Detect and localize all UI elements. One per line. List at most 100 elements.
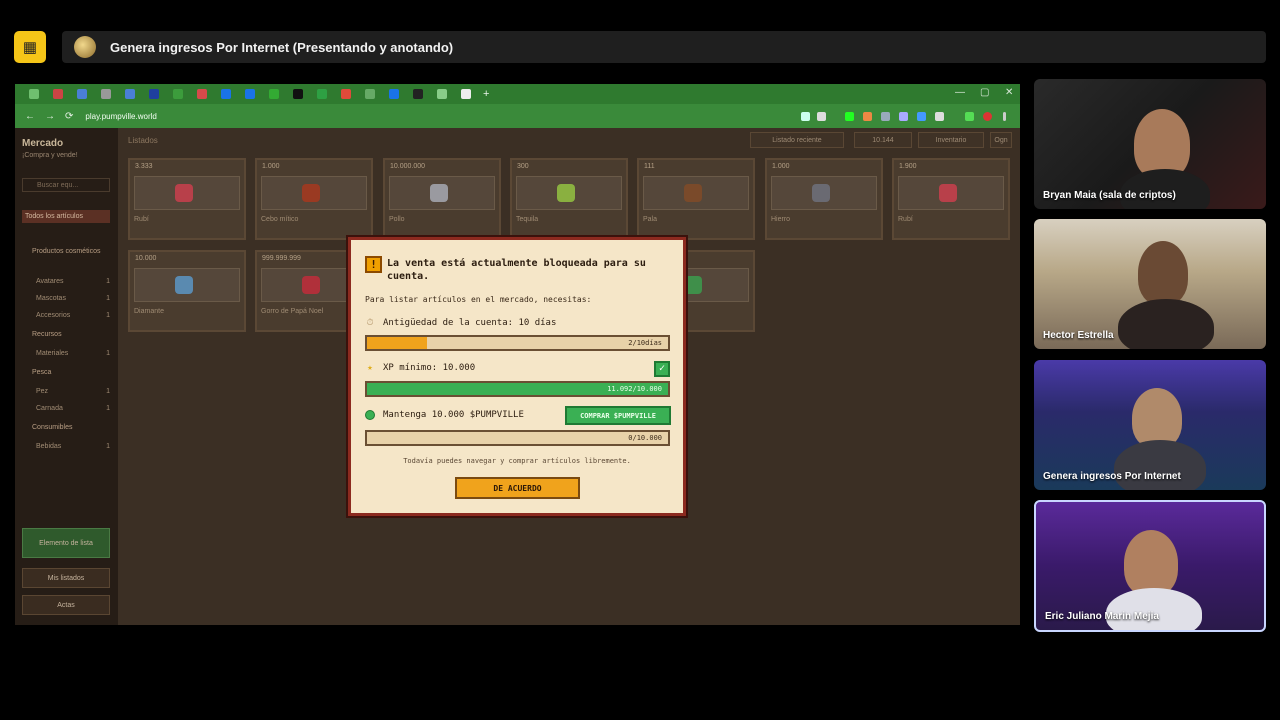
requirement-label: XP mínimo: 10.000 [383,363,476,373]
my-listings-button[interactable]: Mis listados [22,568,110,588]
tab-favicon[interactable] [341,89,351,99]
tab-favicon[interactable] [317,89,327,99]
participant-tile[interactable]: Bryan Maia (sala de criptos) [1034,79,1266,209]
back-button[interactable]: ← [25,111,35,122]
sidebar-item-fishing[interactable]: Pesca [22,369,110,376]
url-field[interactable]: play.pumpville.world [85,112,156,121]
tab-favicon[interactable] [101,89,111,99]
extension-icon[interactable] [863,112,872,121]
tab-favicon[interactable] [173,89,183,99]
requirement-label: Mantenga 10.000 $PUMPVILLE [383,410,524,420]
card-item-name: Cebo mítico [261,216,299,223]
card-price: 1.000 [772,163,790,170]
item-icon [812,184,830,202]
card-price: 999.999.999 [262,255,301,262]
extension-icon[interactable] [845,112,854,121]
progress-text: 0/10.000 [628,434,662,442]
tab-favicon[interactable] [53,89,63,99]
list-item-button[interactable]: Elemento de lista [22,528,110,558]
extension-icon[interactable] [801,112,810,121]
search-input[interactable]: Buscar equ... [22,178,110,192]
listing-card[interactable]: 3.333 Rubí [128,158,246,240]
item-icon [302,276,320,294]
sidebar-item-bait[interactable]: Carnada 1 [22,405,110,412]
card-item-name: Pala [643,216,658,223]
browser-menu-icon[interactable] [1003,112,1006,121]
token-progress: 0/10.000 [365,430,670,446]
star-icon: ★ [367,363,373,373]
card-price: 10.000 [135,255,157,262]
sidebar-item-drinks[interactable]: Bebidas 1 [22,443,110,450]
participant-body [1118,299,1214,349]
tab-favicon[interactable] [293,89,303,99]
forward-button[interactable]: → [45,111,55,122]
bookmark-star-icon[interactable] [817,112,826,121]
sidebar-item-resources[interactable]: Recursos [22,331,110,338]
sort-select[interactable]: Listado reciente [750,132,844,148]
activity-button[interactable]: Actas [22,595,110,615]
new-tab-button[interactable]: + [483,88,489,100]
sidebar-item-label: Recursos [32,331,62,338]
sidebar-item-count: 1 [106,405,110,412]
sidebar-subtitle: ¡Compra y vende! [22,152,78,159]
card-item-name: Pollo [389,216,405,223]
extension-icon[interactable] [899,112,908,121]
window-close-button[interactable]: ✕ [1005,87,1013,98]
tab-favicon[interactable] [125,89,135,99]
sidebar-item-fish[interactable]: Pez 1 [22,388,110,395]
card-price: 3.333 [135,163,153,170]
participant-tile-active-speaker[interactable]: Eric Juliano Marin Mejia [1034,500,1266,632]
sidebar-item-avatars[interactable]: Avatares 1 [22,278,110,285]
sidebar-item-label: Pez [36,388,49,395]
tab-favicon[interactable] [221,89,231,99]
tab-favicon[interactable] [245,89,255,99]
tab-favicon[interactable] [389,89,399,99]
listing-card[interactable]: 111 Pala [637,158,755,240]
tab-favicon[interactable] [269,89,279,99]
sidebar-item-materials[interactable]: Materiales 1 [22,350,110,357]
card-price: 1.900 [899,163,917,170]
participant-tile[interactable]: Hector Estrella [1034,219,1266,349]
reload-button[interactable]: ⟳ [65,111,73,122]
sidebar-item-consumables[interactable]: Consumibles [22,424,110,431]
tab-favicon[interactable] [413,89,423,99]
extension-icon[interactable] [965,112,974,121]
listing-card[interactable]: 10.000.000 Pollo [383,158,501,240]
extension-icon[interactable] [917,112,926,121]
item-icon [684,276,702,294]
sidebar-item-all[interactable]: Todos los artículos [22,210,110,223]
extensions-puzzle-icon[interactable] [935,112,944,121]
participant-body [1120,169,1210,209]
card-item-name: Rubí [898,216,913,223]
extension-icon[interactable] [881,112,890,121]
login-button[interactable]: Ogn [990,132,1012,148]
inventory-button[interactable]: Inventario [918,132,984,148]
tab-favicon[interactable] [149,89,159,99]
sidebar-item-label: Bebidas [36,443,62,450]
profile-avatar[interactable] [983,112,992,121]
window-minimize-button[interactable]: — [955,87,965,98]
sidebar-item-accessories[interactable]: Accesorios 1 [22,312,110,319]
sidebar-item-pets[interactable]: Mascotas 1 [22,295,110,302]
tab-favicon[interactable] [461,89,471,99]
tab-favicon[interactable] [77,89,87,99]
sidebar-item-label: Carnada [36,405,63,412]
listing-card[interactable]: 1.900 Rubí [892,158,1010,240]
tab-favicon[interactable] [365,89,375,99]
listing-card[interactable]: 1.000 Cebo mítico [255,158,373,240]
listing-card[interactable]: 1.000 Hierro [765,158,883,240]
sidebar-item-cosmetics[interactable]: Productos cosméticos [22,248,110,255]
tab-favicon[interactable] [197,89,207,99]
card-price: 111 [644,163,655,170]
listing-card[interactable]: 300 Tequila [510,158,628,240]
window-maximize-button[interactable]: ▢ [980,87,989,98]
ok-button[interactable]: DE ACUERDO [455,477,580,499]
active-tab[interactable] [437,89,447,99]
participant-tile[interactable]: Genera ingresos Por Internet [1034,360,1266,490]
sidebar-item-label: Mascotas [36,295,66,302]
presentation-off-icon[interactable]: ▦ [14,31,46,63]
tab-favicon[interactable] [29,89,39,99]
buy-pumpville-button[interactable]: COMPRAR $PUMPVILLE [565,406,671,425]
listing-card[interactable]: 10.000 Diamante [128,250,246,332]
card-price: 1.000 [262,163,280,170]
